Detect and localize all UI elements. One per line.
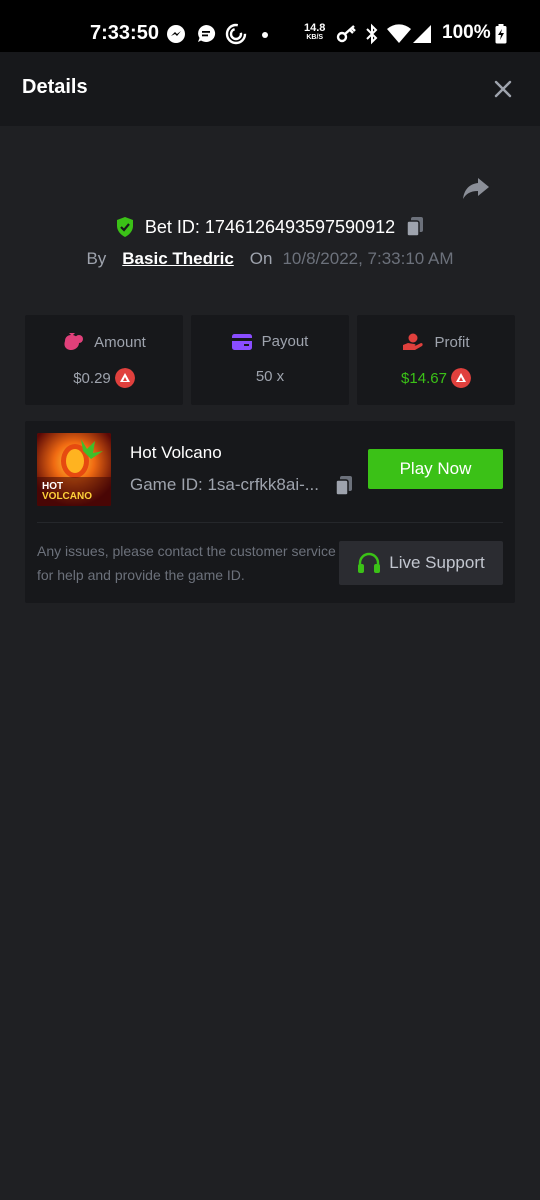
payout-header: Payout — [191, 333, 349, 350]
bet-meta-row: By Basic Thedric On 10/8/2022, 7:33:10 A… — [0, 246, 540, 272]
help-text: Any issues, please contact the customer … — [37, 543, 336, 583]
shield-check-icon — [116, 217, 133, 237]
net-speed-value: 14.8 — [304, 22, 326, 34]
status-time: 7:33:50 — [90, 22, 159, 44]
bluetooth-icon — [366, 23, 378, 45]
copy-icon[interactable] — [405, 216, 425, 238]
dot-icon — [262, 32, 268, 38]
volcano-artwork: HOT VOLCANO — [37, 433, 111, 506]
live-support-label: Live Support — [389, 553, 485, 572]
game-thumbnail[interactable]: HOT VOLCANO — [37, 433, 111, 506]
amount-label: Amount — [94, 333, 146, 351]
game-name: Hot Volcano — [130, 443, 222, 462]
money-bag-icon — [64, 333, 84, 350]
copy-icon[interactable] — [334, 475, 354, 497]
page-title: Details — [22, 76, 88, 98]
live-support-button[interactable]: Live Support — [339, 541, 503, 585]
payout-value: 50 x — [255, 368, 285, 385]
game-id: Game ID: 1sa-crfkk8ai-... — [130, 475, 319, 494]
play-now-button[interactable]: Play Now — [368, 449, 503, 489]
bet-id: Bet ID: 1746126493597590912 — [144, 216, 396, 237]
profit-card: Profit $14.67 — [357, 315, 515, 405]
signal-icon — [413, 25, 431, 43]
username-link[interactable]: Basic Thedric — [122, 249, 234, 269]
profit-value-row: $14.67 — [357, 368, 515, 388]
battery-level: 100% — [442, 22, 491, 43]
hand-coin-icon — [403, 333, 424, 350]
amount-card: Amount $0.29 — [25, 315, 183, 405]
avax-coin-icon — [114, 368, 135, 388]
headset-icon — [358, 552, 381, 573]
payout-label: Payout — [261, 333, 309, 350]
amount-header: Amount — [25, 333, 183, 351]
profit-value: $14.67 — [401, 369, 447, 387]
on-label: On — [249, 249, 273, 268]
net-speed-unit: KB/S — [306, 34, 324, 41]
profit-label: Profit — [434, 333, 470, 351]
amount-value-row: $0.29 — [25, 368, 183, 388]
details-header: Details — [0, 52, 540, 126]
sync-ring-icon — [225, 23, 247, 45]
divider — [37, 522, 503, 523]
status-bar: 7:33:50 14.8 KB/S 100% — [0, 0, 540, 52]
bet-date: 10/8/2022, 7:33:10 AM — [282, 249, 454, 268]
net-speed: 14.8 KB/S — [304, 22, 326, 42]
close-icon[interactable] — [490, 76, 516, 102]
key-icon — [336, 25, 356, 43]
game-card: HOT VOLCANO Hot Volcano Game ID: 1sa-crf… — [25, 421, 515, 603]
payout-value-row: 50 x — [191, 368, 349, 385]
wifi-icon — [387, 24, 411, 43]
messenger-icon — [167, 25, 185, 43]
by-label: By — [86, 249, 107, 268]
share-icon[interactable] — [461, 176, 491, 202]
card-icon — [231, 333, 252, 350]
bet-id-row: Bet ID: 1746126493597590912 — [0, 214, 540, 240]
amount-value: $0.29 — [73, 369, 111, 387]
avax-coin-icon — [450, 368, 471, 388]
payout-card: Payout 50 x — [191, 315, 349, 405]
battery-charging-icon — [495, 24, 507, 44]
thumb-title-line2: VOLCANO — [42, 491, 92, 502]
profit-header: Profit — [357, 333, 515, 351]
chat-bubble-icon — [198, 24, 216, 42]
